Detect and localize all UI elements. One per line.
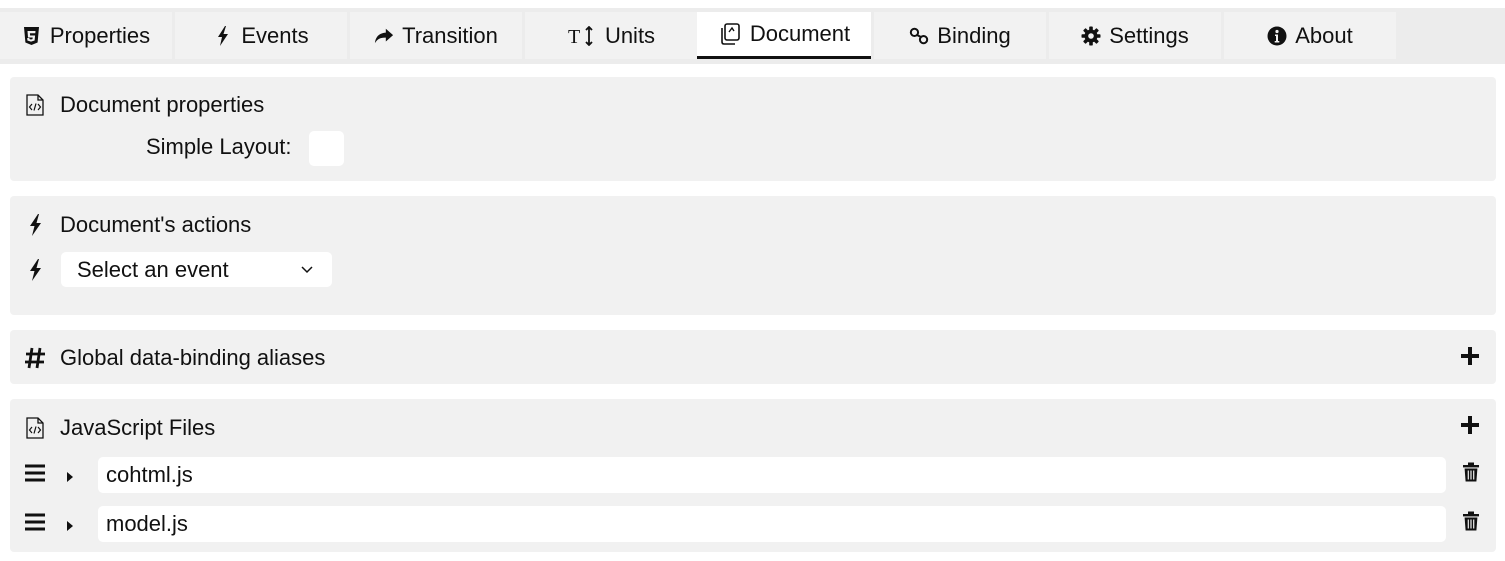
- documents-icon: [718, 23, 742, 45]
- add-alias-button[interactable]: [1460, 346, 1482, 368]
- svg-text:T: T: [568, 26, 580, 46]
- caret-right-icon[interactable]: [65, 514, 77, 531]
- file-path-field[interactable]: model.js: [98, 506, 1446, 542]
- code-file-icon: [24, 416, 46, 440]
- panel-title: Document's actions: [60, 212, 252, 237]
- tab-binding[interactable]: Binding: [874, 12, 1046, 59]
- bolt-icon: [213, 25, 233, 47]
- panel-title: Global data-binding aliases: [60, 345, 326, 370]
- tab-label: Events: [241, 22, 309, 48]
- gear-icon: [1081, 25, 1101, 47]
- drag-handle-icon[interactable]: [24, 463, 46, 485]
- panel-title: Document properties: [60, 92, 265, 117]
- tab-label: Transition: [402, 22, 498, 48]
- event-select[interactable]: Select an event: [61, 252, 332, 287]
- file-name: cohtml.js: [106, 462, 193, 487]
- tab-transition[interactable]: Transition: [350, 12, 522, 59]
- hashtag-icon: [24, 346, 46, 370]
- add-file-button[interactable]: [1460, 415, 1482, 437]
- file-row: model.js: [10, 506, 1496, 542]
- tab-properties[interactable]: Properties: [0, 12, 172, 59]
- delete-file-button[interactable]: [1462, 462, 1480, 484]
- chevron-down-icon: [300, 259, 314, 285]
- document-properties-panel: Document properties Simple Layout:: [10, 77, 1496, 181]
- html5-icon: [22, 25, 42, 47]
- tab-label: Units: [604, 22, 656, 48]
- panel-header: Document's actions: [24, 212, 251, 238]
- file-name: model.js: [106, 511, 188, 536]
- global-aliases-panel: Global data-binding aliases: [10, 330, 1496, 384]
- document-actions-panel: Document's actions Select an event: [10, 196, 1496, 315]
- tab-events[interactable]: Events: [175, 12, 347, 59]
- text-height-icon: T: [567, 25, 597, 47]
- tab-about[interactable]: About: [1224, 12, 1396, 59]
- simple-layout-label: Simple Layout:: [146, 134, 292, 159]
- tab-label: Binding: [937, 22, 1011, 48]
- panel-header: Document properties: [24, 92, 264, 118]
- panel-header: JavaScript Files: [24, 415, 215, 441]
- javascript-files-panel: JavaScript Files cohtml.js model.js: [10, 399, 1496, 552]
- caret-right-icon[interactable]: [65, 465, 77, 482]
- panel-title: JavaScript Files: [60, 415, 216, 440]
- info-circle-icon: [1267, 25, 1287, 47]
- drag-handle-icon[interactable]: [24, 512, 46, 534]
- bolt-icon: [24, 213, 46, 237]
- tab-document[interactable]: Document: [697, 12, 871, 59]
- code-file-icon: [24, 93, 46, 117]
- tab-label: Properties: [49, 22, 151, 48]
- file-row: cohtml.js: [10, 457, 1496, 493]
- tab-label: About: [1295, 22, 1353, 48]
- tab-label: Settings: [1109, 22, 1189, 48]
- event-select-value: Select an event: [77, 256, 229, 282]
- bolt-icon: [24, 258, 46, 282]
- link-icon: [909, 25, 929, 47]
- share-arrow-icon: [374, 25, 394, 47]
- file-path-field[interactable]: cohtml.js: [98, 457, 1446, 493]
- panel-header: Global data-binding aliases: [24, 345, 325, 371]
- tab-bar: Properties Events Transition T Units Doc…: [0, 8, 1505, 64]
- tab-label: Document: [749, 21, 851, 46]
- delete-file-button[interactable]: [1462, 511, 1480, 533]
- simple-layout-checkbox[interactable]: [309, 131, 344, 166]
- tab-units[interactable]: T Units: [525, 12, 697, 59]
- tab-settings[interactable]: Settings: [1049, 12, 1221, 59]
